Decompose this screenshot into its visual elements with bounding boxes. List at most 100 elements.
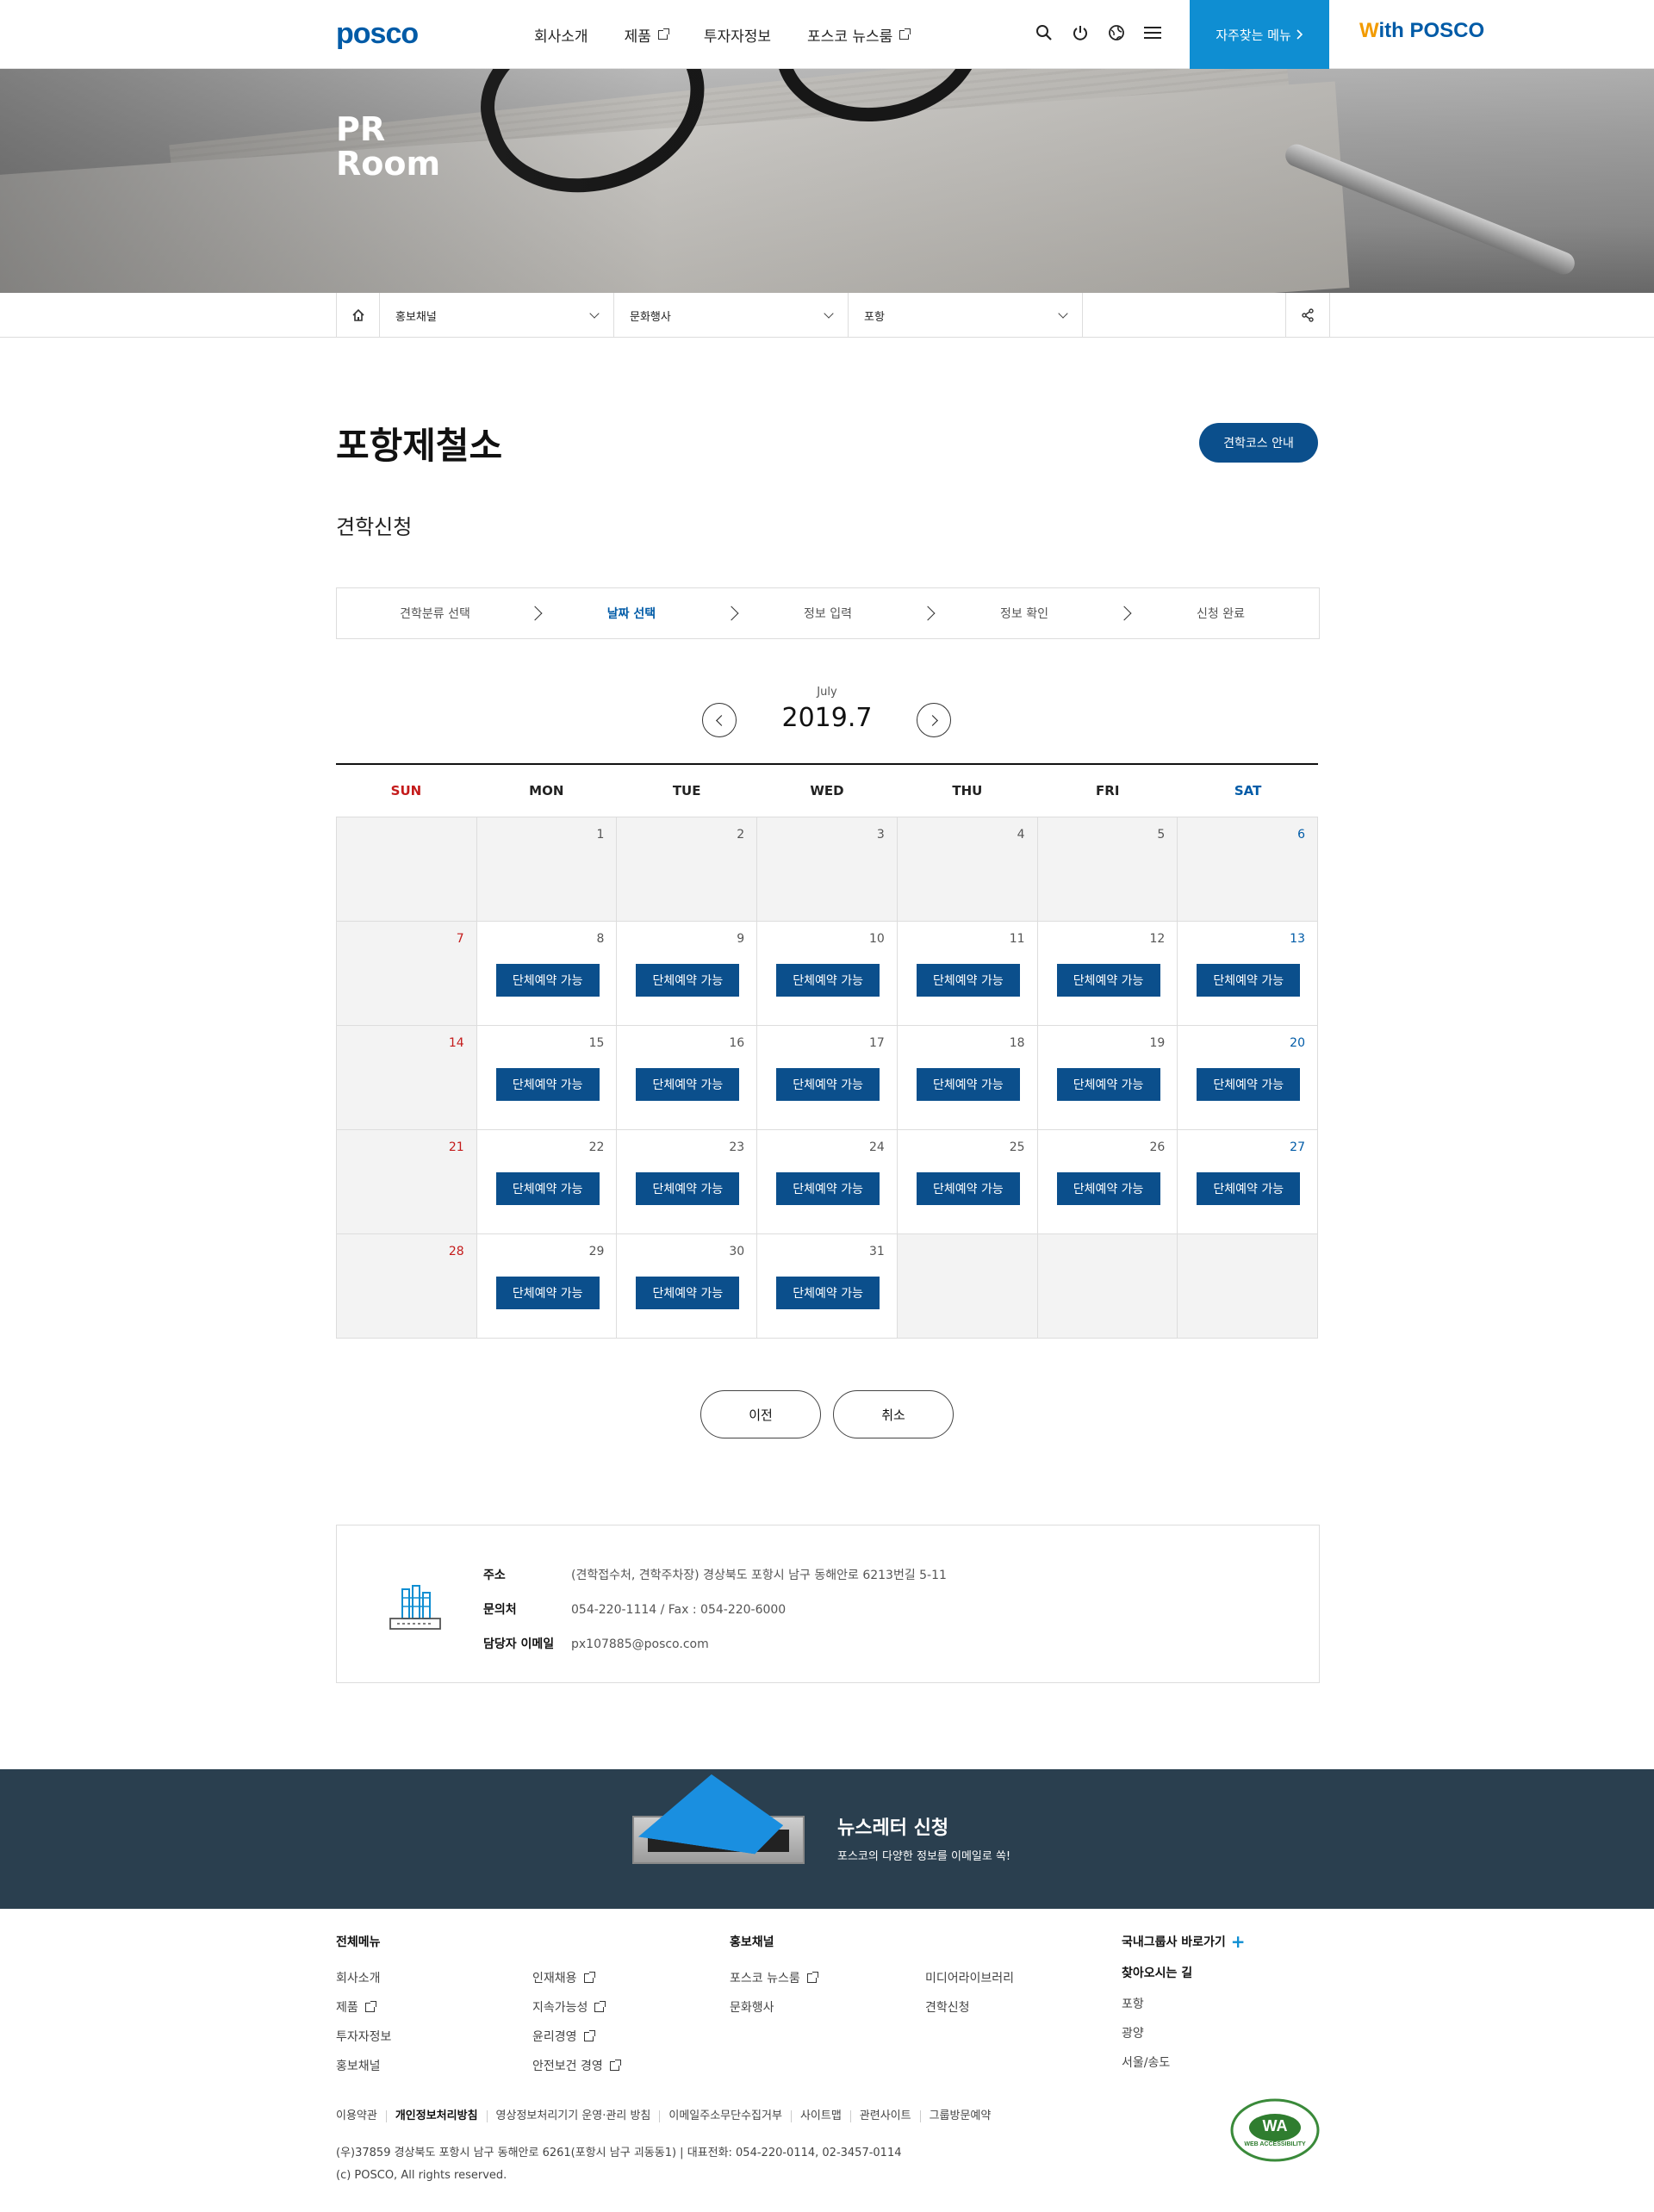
calendar-cell[interactable]: 15 단체예약 가능 (476, 1026, 618, 1130)
plus-icon: + (1230, 1931, 1246, 1952)
with-posco-logo[interactable]: With POSCO (1359, 19, 1484, 43)
group-reservation-button[interactable]: 단체예약 가능 (1197, 1068, 1301, 1101)
policy-terms[interactable]: 이용약관 (336, 2110, 386, 2122)
footer-link-sustainability[interactable]: 지속가능성 (532, 1998, 619, 2016)
footer-link-tour[interactable]: 견학신청 (925, 1998, 1014, 2016)
breadcrumb-dropdown-section[interactable]: 문화행사 (614, 293, 849, 338)
footer-link-pohang[interactable]: 포항 (1122, 1995, 1170, 2012)
calendar-cell[interactable]: 27 단체예약 가능 (1178, 1130, 1318, 1234)
group-reservation-button[interactable]: 단체예약 가능 (1197, 1172, 1301, 1205)
newsletter-banner[interactable] (0, 1769, 1654, 1909)
newsletter-title[interactable]: 뉴스레터 신청 (837, 1812, 948, 1840)
calendar-day-number: 23 (729, 1140, 745, 1154)
group-reservation-button[interactable]: 단체예약 가능 (916, 964, 1020, 997)
group-reservation-button[interactable]: 단체예약 가능 (495, 1277, 600, 1309)
group-reservation-button[interactable]: 단체예약 가능 (1056, 1068, 1160, 1101)
step-indicator: 견학분류 선택 날짜 선택 정보 입력 정보 확인 신청 완료 (336, 587, 1320, 639)
policy-cctv[interactable]: 영상정보처리기기 운영·관리 방침 (486, 2110, 660, 2122)
calendar-cell[interactable]: 16 단체예약 가능 (617, 1026, 758, 1130)
calendar-cell[interactable]: 8 단체예약 가능 (476, 922, 618, 1026)
group-reservation-button[interactable]: 단체예약 가능 (636, 1068, 740, 1101)
group-reservation-button[interactable]: 단체예약 가능 (495, 1172, 600, 1205)
footer-link-products[interactable]: 제품 (336, 1998, 391, 2016)
group-reservation-button[interactable]: 단체예약 가능 (1056, 1172, 1160, 1205)
prev-month-button[interactable] (702, 703, 737, 737)
cancel-button[interactable]: 취소 (833, 1390, 954, 1438)
group-reservation-button[interactable]: 단체예약 가능 (636, 1277, 740, 1309)
group-reservation-button[interactable]: 단체예약 가능 (776, 1277, 880, 1309)
calendar-cell: 5 (1037, 817, 1178, 922)
policy-related-sites[interactable]: 관련사이트 (849, 2110, 920, 2122)
group-reservation-button[interactable]: 단체예약 가능 (495, 964, 600, 997)
policy-email-refusal[interactable]: 이메일주소무단수집거부 (659, 2110, 791, 2122)
calendar-cell[interactable]: 30 단체예약 가능 (617, 1234, 758, 1339)
footer-link-seoul[interactable]: 서울/송도 (1122, 2054, 1170, 2071)
external-link-icon (899, 28, 911, 40)
calendar-cell[interactable]: 25 단체예약 가능 (897, 1130, 1038, 1234)
policy-group-visit[interactable]: 그룹방문예약 (919, 2110, 1000, 2122)
globe-icon[interactable] (1106, 22, 1127, 43)
group-reservation-button[interactable]: 단체예약 가능 (916, 1068, 1020, 1101)
footer-link-ethics[interactable]: 윤리경영 (532, 2028, 619, 2045)
calendar-cell[interactable]: 22 단체예약 가능 (476, 1130, 618, 1234)
group-reservation-button[interactable]: 단체예약 가능 (1056, 964, 1160, 997)
footer-link-events[interactable]: 문화행사 (730, 1998, 817, 2016)
search-icon[interactable] (1034, 22, 1054, 43)
breadcrumb-dropdown-category[interactable]: 홍보채널 (380, 293, 614, 338)
calendar-cell[interactable]: 12 단체예약 가능 (1037, 922, 1178, 1026)
group-reservation-button[interactable]: 단체예약 가능 (916, 1172, 1020, 1205)
group-reservation-button[interactable]: 단체예약 가능 (495, 1068, 600, 1101)
calendar-cell (1037, 1234, 1178, 1339)
footer-link-investors[interactable]: 투자자정보 (336, 2028, 391, 2045)
calendar-cell[interactable]: 10 단체예약 가능 (757, 922, 898, 1026)
calendar-cell: 1 (476, 817, 618, 922)
home-icon[interactable] (337, 293, 380, 338)
calendar-cell[interactable]: 13 단체예약 가능 (1178, 922, 1318, 1026)
footer-directions-list: 포항 광양 서울/송도 (1122, 1995, 1170, 2071)
step-complete: 신청 완료 (1197, 607, 1245, 621)
footer-link-media-library[interactable]: 미디어라이브러리 (925, 1969, 1014, 1986)
calendar-cell[interactable]: 20 단체예약 가능 (1178, 1026, 1318, 1130)
footer-link-gwangyang[interactable]: 광양 (1122, 2024, 1170, 2041)
policy-privacy[interactable]: 개인정보처리방침 (385, 2110, 487, 2122)
menu-icon[interactable] (1142, 22, 1163, 43)
calendar-cell: 14 (337, 1026, 477, 1130)
group-reservation-button[interactable]: 단체예약 가능 (776, 1172, 880, 1205)
footer-link-safety[interactable]: 안전보건 경영 (532, 2057, 621, 2074)
calendar-day-number: 24 (869, 1140, 885, 1154)
calendar-cell[interactable]: 17 단체예약 가능 (757, 1026, 898, 1130)
power-icon[interactable] (1070, 22, 1091, 43)
calendar-cell[interactable]: 29 단체예약 가능 (476, 1234, 618, 1339)
group-reservation-button[interactable]: 단체예약 가능 (636, 1172, 740, 1205)
calendar-cell[interactable]: 24 단체예약 가능 (757, 1130, 898, 1234)
footer-link-pr[interactable]: 홍보채널 (336, 2057, 391, 2074)
calendar-cell[interactable]: 18 단체예약 가능 (897, 1026, 1038, 1130)
footer-group-shortcut[interactable]: 국내그룹사 바로가기 + (1122, 1931, 1246, 1952)
group-reservation-button[interactable]: 단체예약 가능 (636, 964, 740, 997)
nav-products[interactable]: 제품 (625, 24, 669, 46)
footer-link-company[interactable]: 회사소개 (336, 1969, 391, 1986)
calendar-cell[interactable]: 19 단체예약 가능 (1037, 1026, 1178, 1130)
previous-step-button[interactable]: 이전 (700, 1390, 821, 1438)
footer-link-newsroom[interactable]: 포스코 뉴스룸 (730, 1969, 818, 1986)
group-reservation-button[interactable]: 단체예약 가능 (1197, 964, 1301, 997)
policy-sitemap[interactable]: 사이트맵 (790, 2110, 850, 2122)
breadcrumb-dropdown-site[interactable]: 포항 (849, 293, 1083, 338)
nav-investors[interactable]: 투자자정보 (704, 24, 771, 46)
nav-newsroom[interactable]: 포스코 뉴스룸 (807, 24, 911, 46)
quick-menu-button[interactable]: 자주찾는 메뉴 (1190, 0, 1329, 69)
footer-pr-col-1: 포스코 뉴스룸 문화행사 (730, 1969, 818, 2016)
next-month-button[interactable] (917, 703, 951, 737)
footer-link-careers[interactable]: 인재채용 (532, 1969, 619, 1986)
calendar-cell[interactable]: 26 단체예약 가능 (1037, 1130, 1178, 1234)
calendar-cell[interactable]: 31 단체예약 가능 (757, 1234, 898, 1339)
course-guide-button[interactable]: 견학코스 안내 (1199, 423, 1318, 463)
group-reservation-button[interactable]: 단체예약 가능 (776, 964, 880, 997)
share-icon[interactable] (1286, 293, 1329, 338)
nav-company[interactable]: 회사소개 (534, 24, 588, 46)
calendar-cell[interactable]: 23 단체예약 가능 (617, 1130, 758, 1234)
calendar-cell[interactable]: 11 단체예약 가능 (897, 922, 1038, 1026)
group-reservation-button[interactable]: 단체예약 가능 (776, 1068, 880, 1101)
calendar-cell[interactable]: 9 단체예약 가능 (617, 922, 758, 1026)
posco-logo[interactable]: posco (336, 17, 419, 51)
